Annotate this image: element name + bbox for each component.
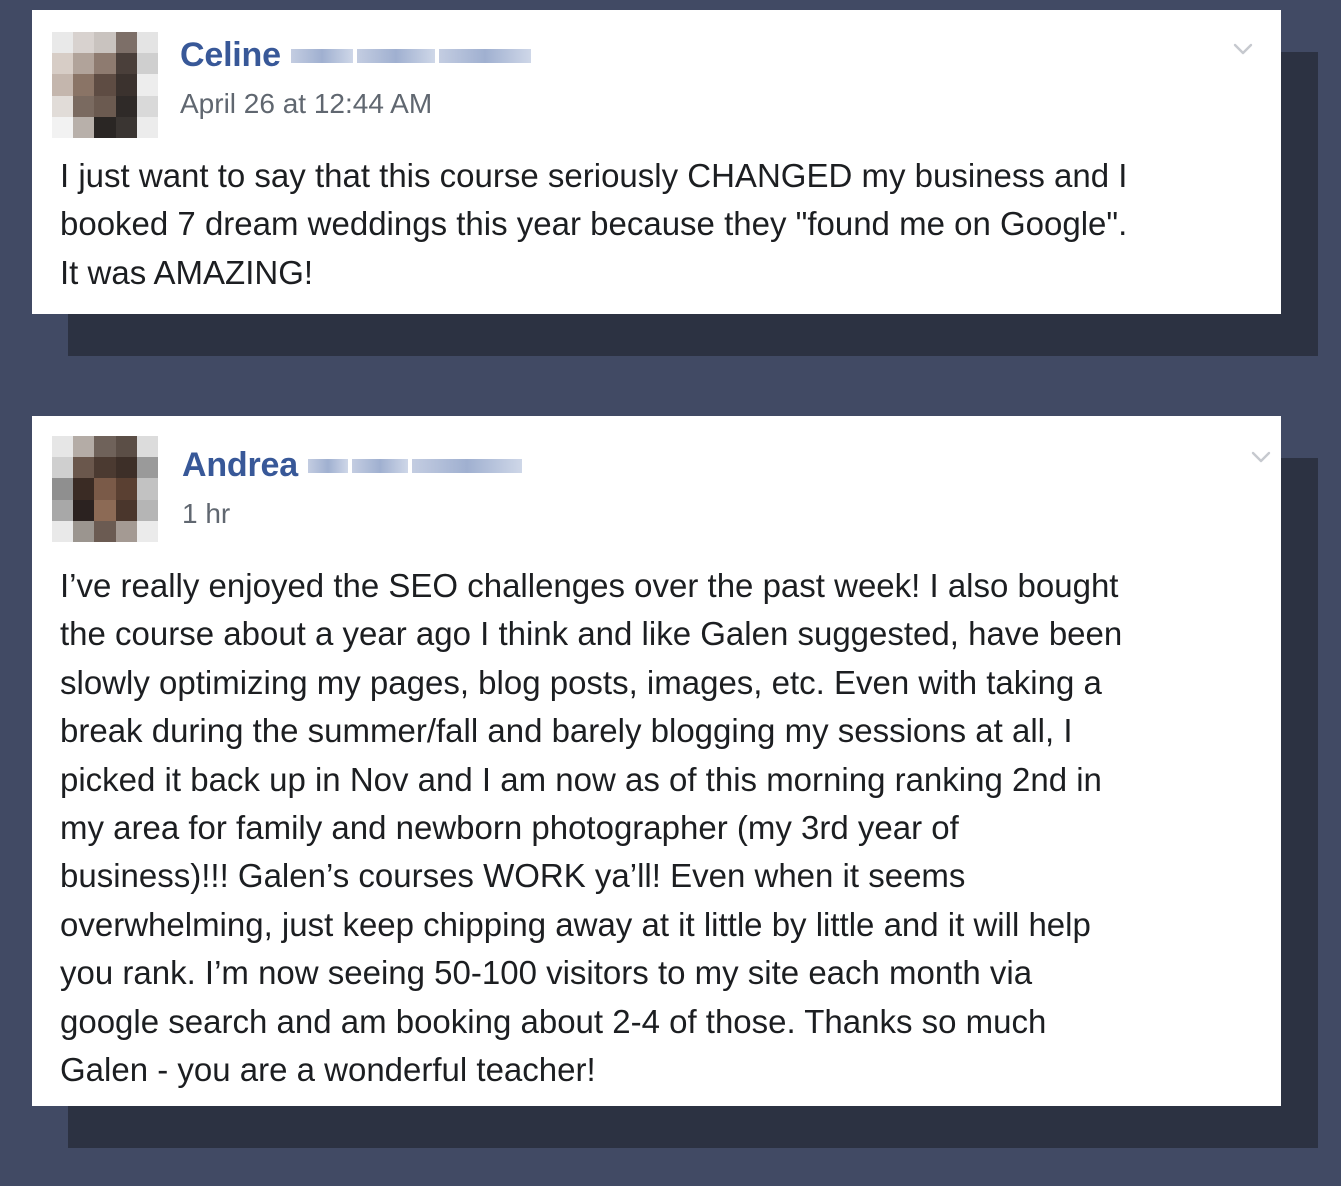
avatar[interactable] [52,32,158,138]
avatar[interactable] [52,436,158,542]
post-timestamp[interactable]: April 26 at 12:44 AM [180,88,432,120]
redacted-surname [290,47,531,65]
chevron-down-icon[interactable] [1232,38,1254,60]
author-name[interactable]: Celine [180,36,281,75]
author-name[interactable]: Andrea [182,446,298,485]
post-body: I just want to say that this course seri… [60,157,1128,291]
testimonial-canvas: Celine April 26 at 12:44 AM I just want … [0,0,1341,1186]
post-card: Andrea 1 hr I’ve really enjoyed the SEO … [32,416,1281,1106]
chevron-down-icon[interactable] [1250,446,1272,468]
redacted-surname [307,457,522,475]
post-timestamp[interactable]: 1 hr [182,498,230,530]
post-body: I’ve really enjoyed the SEO challenges o… [60,567,1123,1089]
post-card: Celine April 26 at 12:44 AM I just want … [32,10,1281,314]
